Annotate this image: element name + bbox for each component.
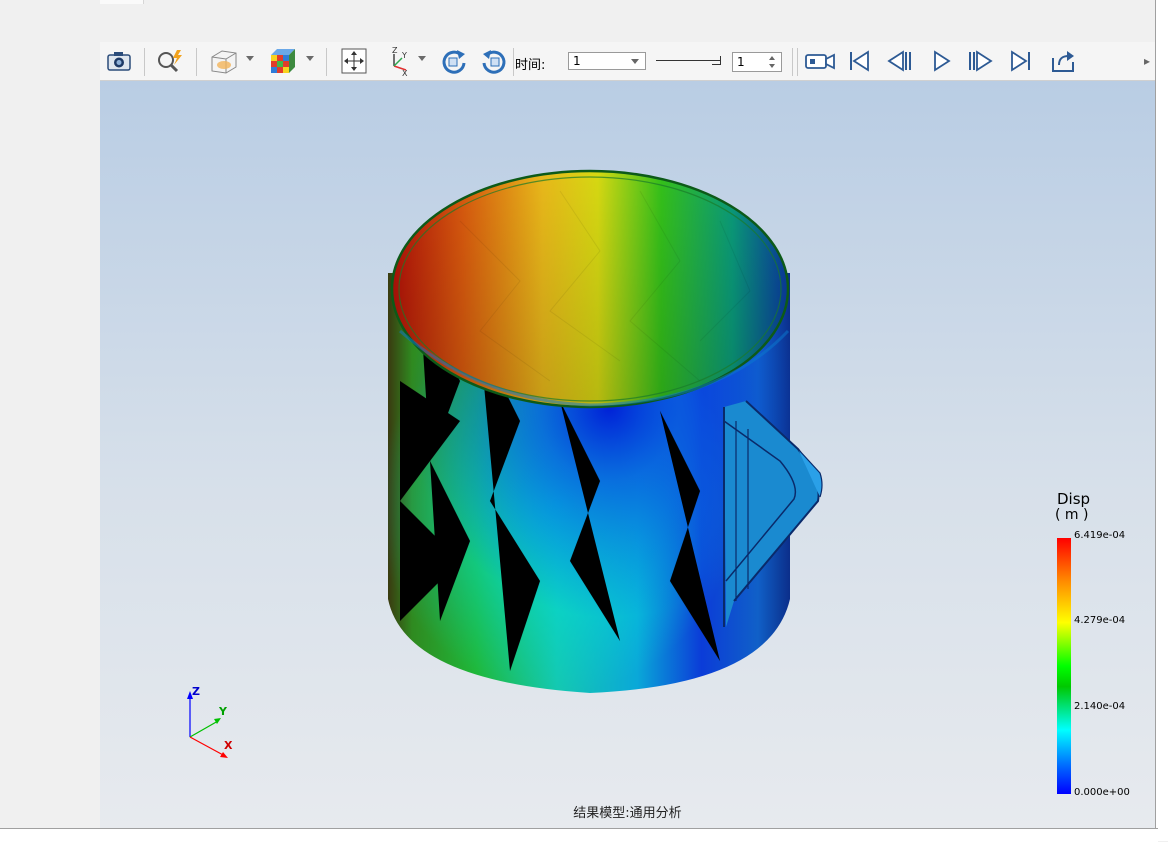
legend-tick-min: 0.000e+00 <box>1074 787 1130 798</box>
legend-color-bar <box>1057 538 1071 794</box>
zoom-button[interactable] <box>154 46 186 76</box>
time-step-value: 1 <box>573 54 581 68</box>
result-viewport[interactable]: Z Y X Disp ( m ) 6.419e-04 4.279e-04 2.1… <box>100 81 1155 828</box>
left-panel <box>0 0 100 828</box>
spin-up-icon[interactable] <box>769 56 775 60</box>
toolbar-separator <box>326 48 327 76</box>
frame-spinbox[interactable]: 1 <box>732 52 782 72</box>
toolbar-separator <box>792 48 793 76</box>
frame-spin-value: 1 <box>737 55 745 69</box>
chevron-down-icon <box>631 59 639 64</box>
legend-title: Disp <box>1057 490 1091 508</box>
rotate-cw-icon <box>442 50 466 74</box>
toolbar-separator <box>196 48 197 76</box>
legend-tick-2: 4.279e-04 <box>1074 615 1126 626</box>
color-map-button[interactable] <box>266 46 300 76</box>
svg-text:Z: Z <box>392 46 398 55</box>
frame-slider[interactable] <box>656 60 720 61</box>
axis-triad <box>187 691 228 758</box>
legend-unit: ( m ) <box>1055 507 1089 523</box>
prev-frame-icon <box>887 50 911 72</box>
rotate-ccw-button[interactable] <box>478 46 510 76</box>
color-map-dropdown[interactable] <box>306 56 314 61</box>
axes-view-button[interactable]: Z Y X <box>382 46 416 76</box>
view-mode-button[interactable] <box>206 46 240 76</box>
axes-view-dropdown[interactable] <box>418 56 426 61</box>
axis-y-label: Y <box>219 705 227 718</box>
svg-text:Y: Y <box>401 51 407 60</box>
toolbar-separator <box>797 48 798 76</box>
view-mode-dropdown[interactable] <box>246 56 254 61</box>
viewer-toolbar: Z Y X 时间: 1 1 ▸ <box>100 42 1155 81</box>
screenshot-button[interactable] <box>104 46 134 76</box>
result-model-label: 结果模型:通用分析 <box>573 806 682 821</box>
record-button[interactable] <box>802 46 838 76</box>
window-right-edge <box>1155 0 1168 841</box>
window-bottom-edge <box>0 828 1158 842</box>
axis-x-label: X <box>224 739 233 752</box>
first-frame-button[interactable] <box>844 46 874 76</box>
camera-icon <box>107 52 131 71</box>
first-frame-icon <box>850 50 869 72</box>
view-cube-icon <box>211 50 237 74</box>
toolbar-separator <box>513 48 514 76</box>
toolbar-separator <box>144 48 145 76</box>
next-frame-icon <box>969 50 993 72</box>
export-button[interactable] <box>1048 46 1078 76</box>
mug-result-model[interactable] <box>100 81 1155 828</box>
toolbar-overflow-icon[interactable]: ▸ <box>1144 54 1150 68</box>
axis-z-label: Z <box>192 685 200 698</box>
time-step-select[interactable]: 1 <box>568 52 646 70</box>
rotate-ccw-icon <box>482 50 506 74</box>
export-icon <box>1052 51 1074 72</box>
frame-slider-handle[interactable] <box>712 56 721 65</box>
document-tab[interactable] <box>94 0 144 4</box>
zoom-icon <box>158 50 182 73</box>
play-icon <box>934 50 951 72</box>
fit-view-button[interactable] <box>338 46 370 76</box>
prev-frame-button[interactable] <box>884 46 914 76</box>
svg-text:X: X <box>402 69 408 76</box>
fit-icon <box>341 48 367 74</box>
window-top-strip <box>0 0 1168 40</box>
last-frame-icon <box>1011 50 1030 72</box>
rotate-cw-button[interactable] <box>438 46 470 76</box>
next-frame-button[interactable] <box>966 46 996 76</box>
last-frame-button[interactable] <box>1006 46 1036 76</box>
legend-tick-3: 2.140e-04 <box>1074 701 1126 712</box>
legend-tick-max: 6.419e-04 <box>1074 530 1126 541</box>
axes-icon: Z Y X <box>392 46 408 76</box>
spin-down-icon[interactable] <box>769 64 775 68</box>
record-icon <box>805 53 835 70</box>
play-button[interactable] <box>926 46 956 76</box>
color-cube-icon <box>271 49 295 73</box>
time-label: 时间: <box>515 58 546 73</box>
